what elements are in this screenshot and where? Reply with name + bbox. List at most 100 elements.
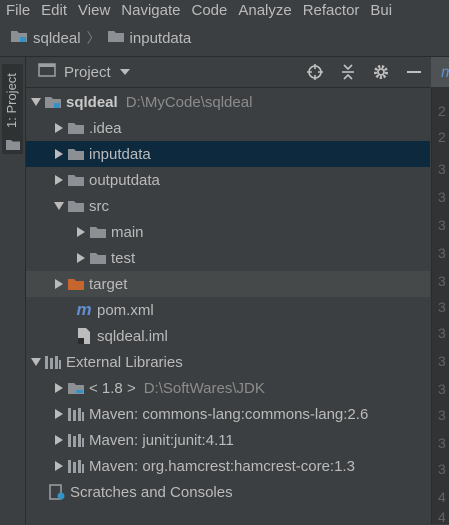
module-folder-icon — [43, 94, 63, 110]
chevron-right-icon[interactable] — [74, 227, 88, 237]
tree-item-label: External Libraries — [66, 353, 183, 371]
line-number: 3 — [438, 381, 446, 397]
tree-item-label: < 1.8 > — [89, 379, 136, 397]
folder-icon — [6, 138, 20, 156]
locate-icon[interactable] — [306, 63, 324, 86]
tree-item-label: src — [89, 197, 109, 215]
chevron-right-icon[interactable] — [74, 253, 88, 263]
chevron-right-icon[interactable] — [52, 435, 66, 445]
tree-item-label: inputdata — [89, 145, 151, 163]
line-number: 3 — [438, 435, 446, 451]
excluded-folder-icon — [66, 276, 86, 292]
folder-icon — [66, 198, 86, 214]
scratches-icon — [47, 483, 67, 501]
project-view-icon — [38, 62, 56, 83]
menu-build[interactable]: Bui — [364, 2, 397, 19]
tree-item-label: Maven: org.hamcrest:hamcrest-core:1.3 — [89, 457, 355, 475]
tree-item-outputdata[interactable]: outputdata — [26, 167, 430, 193]
project-folder-icon — [10, 28, 28, 48]
tree-item-scratches[interactable]: Scratches and Consoles — [26, 479, 430, 505]
tree-item-label: main — [111, 223, 144, 241]
line-number: 3 — [438, 189, 446, 205]
maven-file-icon: m — [441, 64, 449, 82]
folder-icon — [66, 172, 86, 188]
line-number: 3 — [438, 299, 446, 315]
menu-view[interactable]: View — [72, 2, 115, 19]
chevron-right-icon[interactable] — [52, 123, 66, 133]
menu-refactor[interactable]: Refactor — [297, 2, 365, 19]
library-icon — [66, 406, 86, 422]
menu-navigate[interactable]: Navigate — [115, 2, 185, 19]
line-number: 3 — [438, 407, 446, 423]
line-number: 3 — [438, 325, 446, 341]
chevron-down-icon[interactable] — [29, 358, 43, 366]
line-number: 3 — [438, 217, 446, 233]
tree-item-label: Scratches and Consoles — [70, 483, 233, 501]
folder-icon — [66, 120, 86, 136]
menu-code[interactable]: Code — [185, 2, 232, 19]
panel-title[interactable]: Project — [64, 64, 111, 81]
tree-item-label: sqldeal.iml — [97, 327, 168, 345]
tree-item-path: D:\SoftWares\JDK — [143, 379, 265, 397]
line-number: 4 — [438, 489, 446, 505]
tree-item-maven-commons-lang[interactable]: Maven: commons-lang:commons-lang:2.6 — [26, 401, 430, 427]
chevron-right-icon[interactable] — [52, 175, 66, 185]
tree-item-label: test — [111, 249, 136, 267]
line-number: 3 — [438, 461, 446, 477]
gear-icon[interactable] — [372, 63, 390, 86]
menu-edit[interactable]: Edit — [35, 2, 72, 19]
project-tree: sqldeal D:\MyCode\sqldeal .idea inputdat… — [26, 88, 430, 524]
tree-item-label: .idea — [89, 119, 122, 137]
tree-item-label: target — [89, 275, 128, 293]
tree-item-iml[interactable]: sqldeal.iml — [26, 323, 430, 349]
tree-item-idea[interactable]: .idea — [26, 115, 430, 141]
tree-item-path: D:\MyCode\sqldeal — [125, 93, 253, 111]
module-file-icon — [74, 327, 94, 345]
tab-project-label[interactable]: 1: Project — [4, 73, 19, 128]
tree-item-external-libraries[interactable]: External Libraries — [26, 349, 430, 375]
chevron-right-icon[interactable] — [52, 149, 66, 159]
chevron-right-icon[interactable] — [52, 409, 66, 419]
chevron-right-icon[interactable] — [52, 461, 66, 471]
tree-item-maven-junit[interactable]: Maven: junit:junit:4.11 — [26, 427, 430, 453]
breadcrumb-project-label: sqldeal — [33, 29, 81, 47]
breadcrumb-item-project[interactable]: sqldeal — [10, 28, 81, 48]
jdk-folder-icon — [66, 380, 86, 396]
chevron-down-icon[interactable] — [119, 63, 131, 81]
folder-icon — [88, 250, 108, 266]
folder-icon — [107, 28, 125, 48]
breadcrumb: sqldeal 〉 inputdata — [0, 20, 449, 57]
tree-item-pom[interactable]: m pom.xml — [26, 297, 430, 323]
menu-bar: File Edit View Navigate Code Analyze Ref… — [0, 0, 449, 20]
chevron-down-icon[interactable] — [52, 202, 66, 210]
menu-analyze[interactable]: Analyze — [232, 2, 296, 19]
tree-item-main[interactable]: main — [26, 219, 430, 245]
tree-item-label: sqldeal — [66, 93, 118, 111]
tree-item-target[interactable]: target — [26, 271, 430, 297]
folder-icon — [88, 224, 108, 240]
library-icon — [66, 458, 86, 474]
chevron-right-icon: 〉 — [86, 30, 101, 46]
tree-item-inputdata[interactable]: inputdata — [26, 141, 430, 167]
chevron-down-icon[interactable] — [29, 98, 43, 106]
collapse-all-icon[interactable] — [340, 63, 356, 86]
breadcrumb-folder-label: inputdata — [129, 29, 192, 47]
tree-item-jdk[interactable]: < 1.8 > D:\SoftWares\JDK — [26, 375, 430, 401]
tree-item-src[interactable]: src — [26, 193, 430, 219]
chevron-right-icon[interactable] — [52, 279, 66, 289]
chevron-right-icon[interactable] — [52, 383, 66, 393]
folder-icon — [66, 146, 86, 162]
tree-item-sqldeal[interactable]: sqldeal D:\MyCode\sqldeal — [26, 89, 430, 115]
tree-item-label: outputdata — [89, 171, 160, 189]
menu-file[interactable]: File — [0, 2, 35, 19]
tree-item-test[interactable]: test — [26, 245, 430, 271]
library-icon — [43, 354, 63, 370]
breadcrumb-item-folder[interactable]: inputdata — [107, 28, 192, 48]
tree-item-label: Maven: commons-lang:commons-lang:2.6 — [89, 405, 369, 423]
minimize-icon[interactable] — [406, 63, 422, 86]
library-icon — [66, 432, 86, 448]
line-number: 3 — [438, 161, 446, 177]
tree-item-label: pom.xml — [97, 301, 154, 319]
tree-item-maven-hamcrest[interactable]: Maven: org.hamcrest:hamcrest-core:1.3 — [26, 453, 430, 479]
editor-gutter: 2 2 3 3 3 3 3 3 3 3 3 3 3 3 4 4 — [431, 57, 449, 525]
